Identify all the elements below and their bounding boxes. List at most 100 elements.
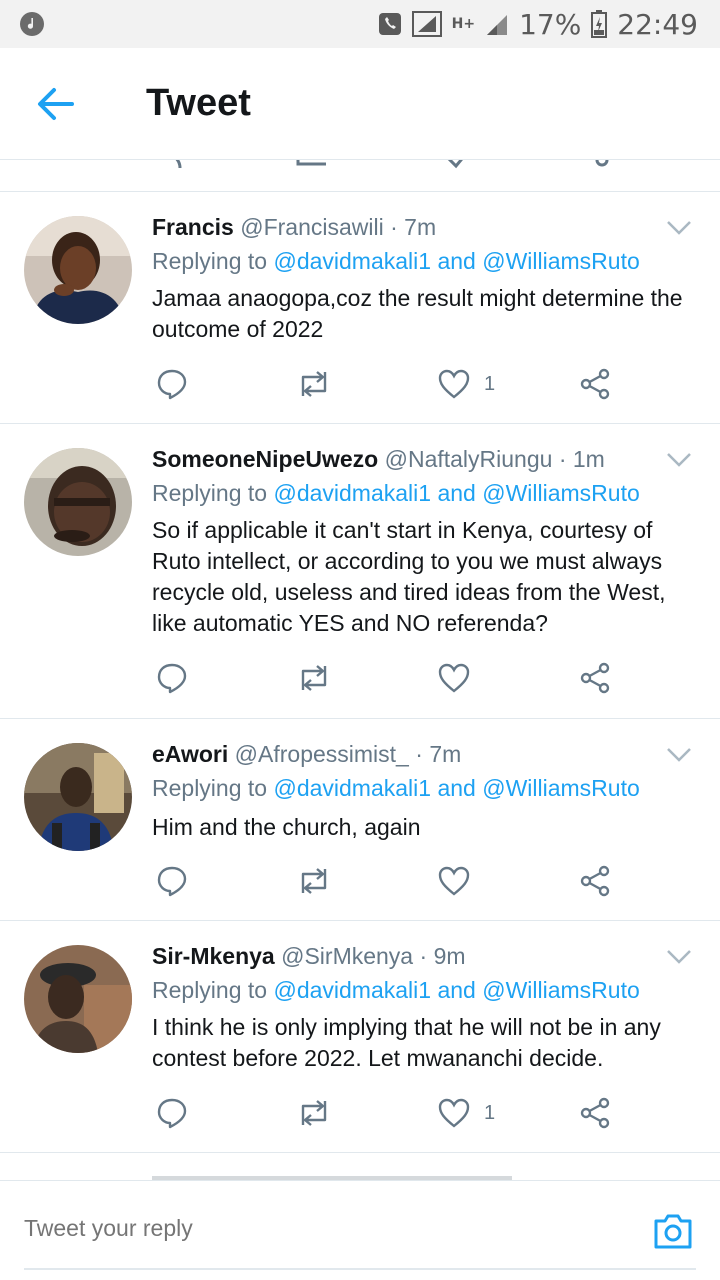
tweet-text: Him and the church, again	[152, 814, 421, 840]
separator: ·	[419, 943, 428, 969]
top-app-bar: Tweet	[0, 48, 720, 160]
and-word: and	[437, 977, 476, 1003]
battery-icon	[591, 10, 608, 38]
share-icon	[580, 865, 610, 897]
author-handle[interactable]: @SirMkenya	[281, 943, 413, 969]
tweet-text: So if applicable it can't start in Kenya…	[152, 517, 666, 636]
tweet-item[interactable]: SomeoneNipeUwezo @NaftalyRiungu · 1m Rep…	[0, 424, 720, 719]
mention-link[interactable]: @davidmakali1	[273, 977, 431, 1003]
tweet-time: 1m	[572, 446, 605, 472]
share-button[interactable]	[580, 658, 612, 698]
signal-strength-2-icon	[487, 15, 508, 35]
like-count: 1	[484, 372, 496, 395]
retweet-button[interactable]	[296, 861, 332, 901]
replying-to-prefix: Replying to	[152, 480, 268, 506]
chevron-down-icon[interactable]	[666, 747, 692, 763]
battery-percent: 17%	[519, 7, 582, 41]
mention-link[interactable]: @WilliamsRuto	[482, 248, 640, 274]
like-button[interactable]: 1	[438, 1093, 495, 1133]
retweet-icon	[301, 868, 327, 894]
clock: 22:49	[617, 7, 698, 41]
tweet-actions	[152, 658, 672, 698]
tweet-header: Sir-Mkenya @SirMkenya · 9m	[152, 943, 466, 970]
replying-to: Replying to @davidmakali1 and @WilliamsR…	[152, 977, 640, 1004]
and-word: and	[437, 480, 476, 506]
tweet-header: SomeoneNipeUwezo @NaftalyRiungu · 1m	[152, 446, 605, 473]
chevron-down-icon[interactable]	[666, 452, 692, 468]
author-name[interactable]: Francis	[152, 214, 234, 240]
author-name[interactable]: eAwori	[152, 741, 228, 767]
camera-button[interactable]	[652, 1211, 694, 1251]
separator: ·	[415, 741, 423, 767]
author-name[interactable]: Sir-Mkenya	[152, 943, 275, 969]
avatar[interactable]	[24, 945, 132, 1053]
reply-input[interactable]	[24, 1215, 320, 1242]
tweet-actions	[152, 861, 672, 901]
reply-button[interactable]	[156, 658, 188, 698]
retweet-icon	[301, 1100, 327, 1126]
mention-link[interactable]: @WilliamsRuto	[482, 480, 640, 506]
mention-link[interactable]: @davidmakali1	[273, 480, 431, 506]
retweet-button[interactable]	[296, 1093, 332, 1133]
heart-icon	[438, 663, 470, 693]
reply-button[interactable]	[156, 861, 188, 901]
previous-actions-icons	[175, 160, 609, 169]
tweet-text: I think he is only implying that he will…	[152, 1014, 661, 1071]
author-handle[interactable]: @NaftalyRiungu	[385, 446, 553, 472]
author-name[interactable]: SomeoneNipeUwezo	[152, 446, 378, 472]
like-button[interactable]: 1	[438, 364, 495, 404]
chevron-down-icon[interactable]	[666, 220, 692, 236]
avatar[interactable]	[24, 448, 132, 556]
tweet-item[interactable]: eAwori @Afropessimist_ · 7m Replying to …	[0, 719, 720, 921]
mention-link[interactable]: @WilliamsRuto	[482, 977, 640, 1003]
heart-icon	[438, 1098, 470, 1128]
replying-to-prefix: Replying to	[152, 977, 268, 1003]
camera-icon	[654, 1214, 692, 1249]
share-button[interactable]	[580, 861, 612, 901]
replying-to: Replying to @davidmakali1 and @WilliamsR…	[152, 248, 640, 275]
reply-input-underline	[24, 1268, 696, 1270]
separator: ·	[390, 214, 398, 240]
heart-icon	[438, 866, 470, 896]
avatar[interactable]	[24, 743, 132, 851]
mention-link[interactable]: @davidmakali1	[273, 775, 431, 801]
retweet-icon	[301, 665, 327, 691]
like-button[interactable]	[438, 658, 484, 698]
tweet-item[interactable]: Francis @Francisawili · 7m Replying to @…	[0, 192, 720, 424]
avatar[interactable]	[24, 216, 132, 324]
chevron-down-icon[interactable]	[666, 949, 692, 965]
replying-to-prefix: Replying to	[152, 248, 268, 274]
author-handle[interactable]: @Francisawili	[240, 214, 383, 240]
share-button[interactable]	[580, 1093, 612, 1133]
author-handle[interactable]: @Afropessimist_	[235, 741, 409, 767]
and-word: and	[437, 248, 476, 274]
retweet-button[interactable]	[296, 364, 332, 404]
tweet-time: 7m	[404, 214, 437, 240]
retweet-button[interactable]	[296, 658, 332, 698]
share-icon	[580, 1097, 610, 1129]
tweet-actions: 1	[152, 364, 672, 404]
reply-bubble-icon	[157, 1098, 187, 1129]
page-title: Tweet	[146, 82, 251, 124]
tweet-time: 9m	[433, 943, 466, 969]
and-word: and	[437, 775, 476, 801]
tweet-actions: 1	[152, 1093, 672, 1133]
mention-link[interactable]: @WilliamsRuto	[482, 775, 640, 801]
like-button[interactable]	[438, 861, 484, 901]
back-button[interactable]	[30, 84, 82, 124]
reply-bubble-icon	[157, 663, 187, 694]
next-tweet-fragment	[152, 1176, 512, 1182]
tweet-header: eAwori @Afropessimist_ · 7m	[152, 741, 461, 768]
status-icons: H+ 17% 22:49	[378, 6, 698, 42]
tweet-item[interactable]: Sir-Mkenya @SirMkenya · 9m Replying to @…	[0, 921, 720, 1153]
previous-tweet-actions	[0, 160, 720, 192]
tweet-time: 7m	[429, 741, 462, 767]
reply-button[interactable]	[156, 364, 188, 404]
mention-link[interactable]: @davidmakali1	[273, 248, 431, 274]
replying-to-prefix: Replying to	[152, 775, 268, 801]
reply-button[interactable]	[156, 1093, 188, 1133]
share-button[interactable]	[580, 364, 612, 404]
heart-icon	[438, 369, 470, 399]
retweet-icon	[301, 371, 327, 397]
separator: ·	[558, 446, 567, 472]
